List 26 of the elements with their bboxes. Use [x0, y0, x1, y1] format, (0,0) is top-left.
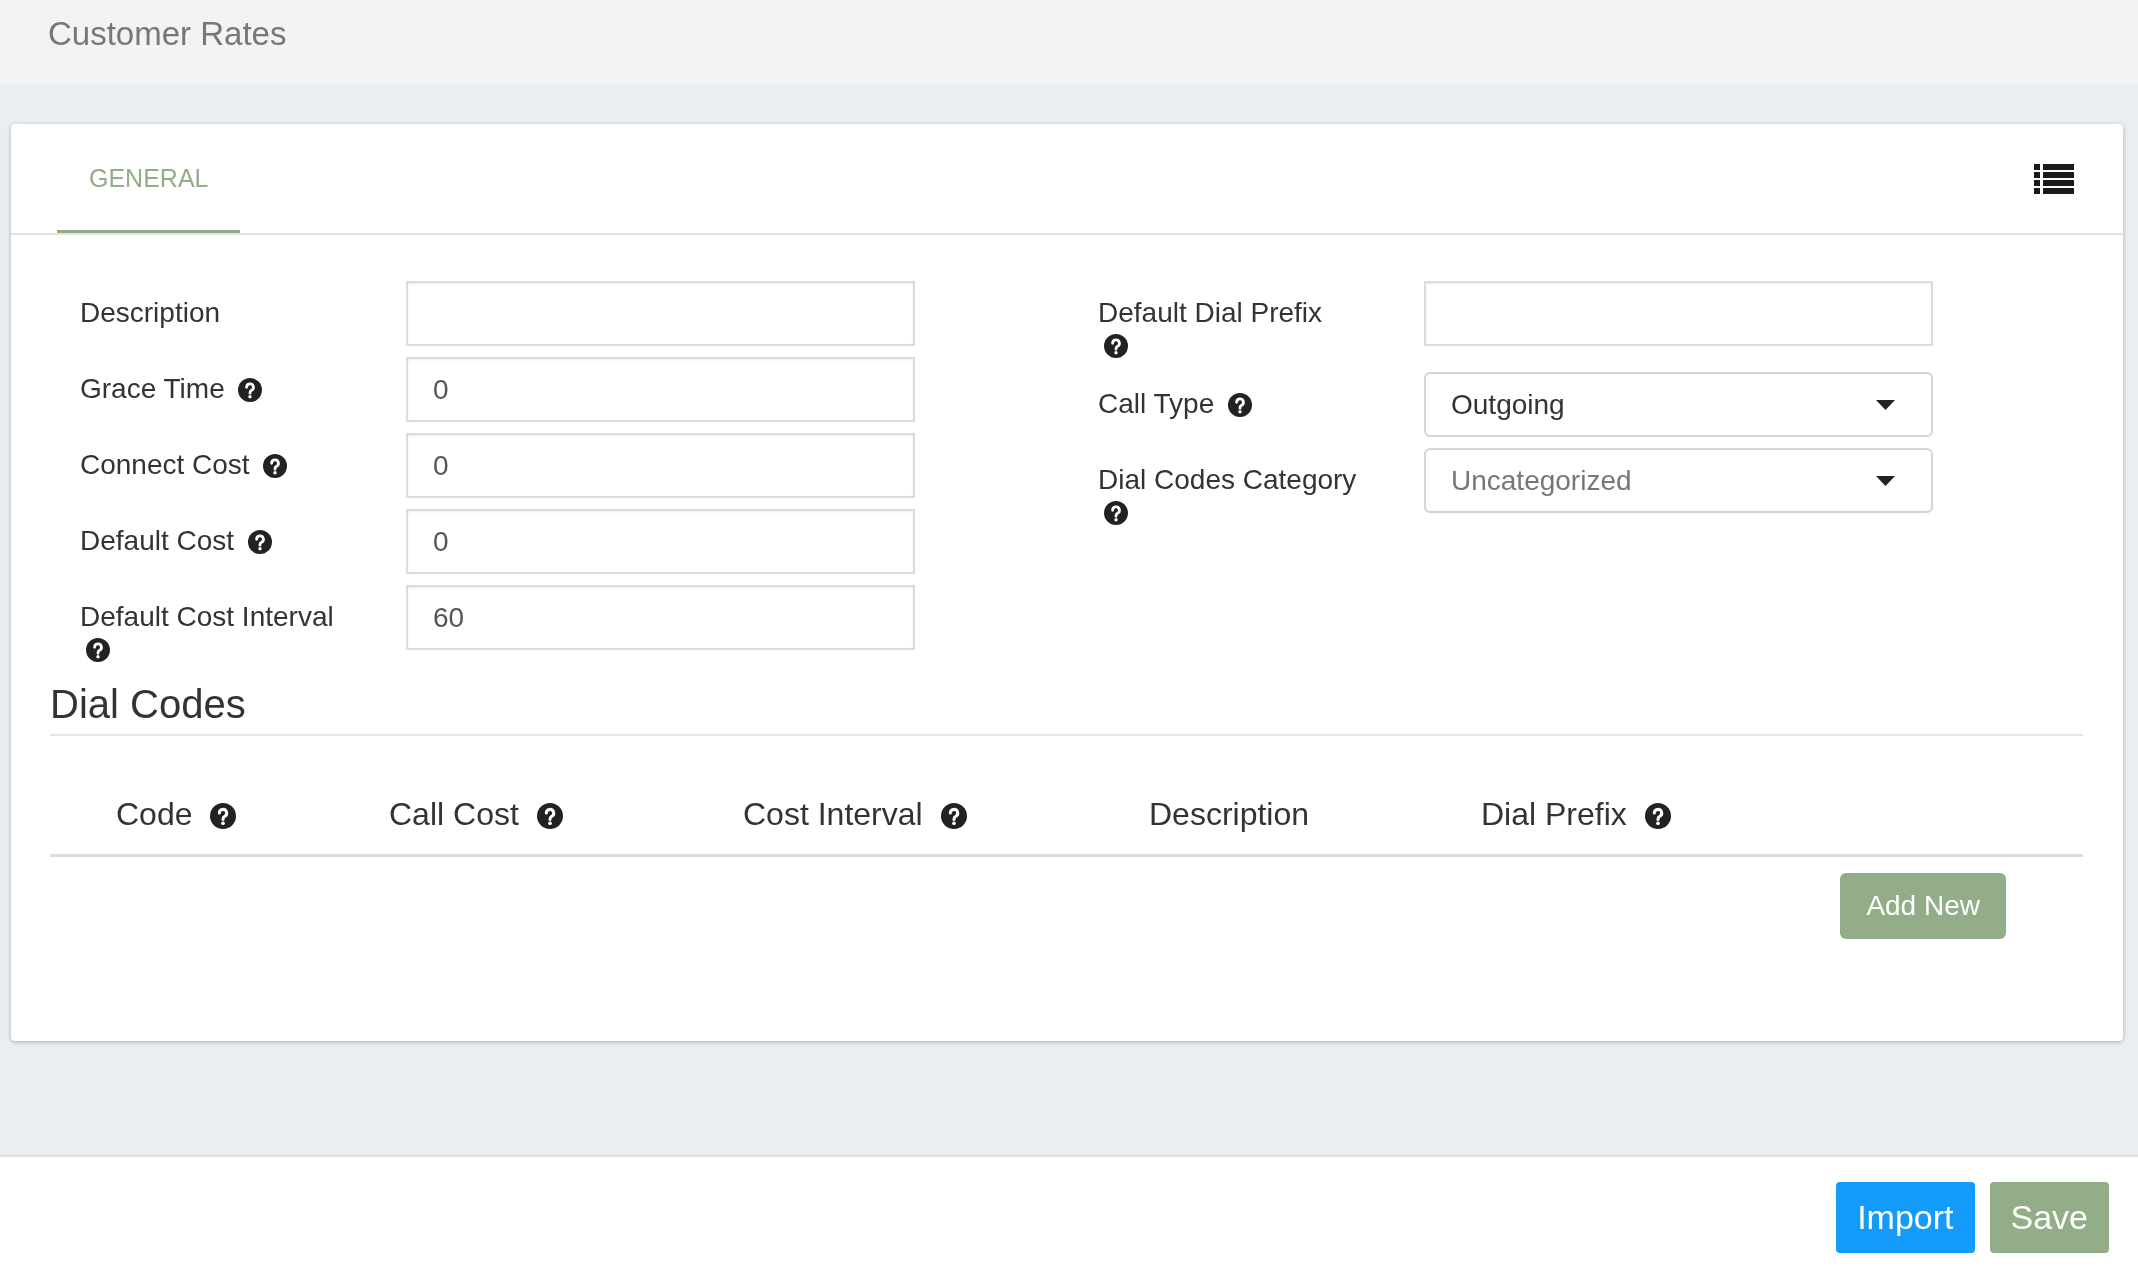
page-title: Customer Rates: [48, 15, 287, 53]
field-label: Description: [80, 297, 221, 328]
input-field[interactable]: [1424, 281, 1933, 346]
caret-icon: [1876, 399, 1895, 410]
column-header: Code: [116, 796, 193, 832]
input-field[interactable]: 0: [406, 433, 915, 498]
field-label: Grace Time: [80, 373, 225, 404]
dropdown[interactable]: Outgoing: [1424, 372, 1933, 437]
input-field[interactable]: [406, 281, 915, 346]
section-heading: Dial Codes: [50, 681, 246, 728]
list-icon[interactable]: [2034, 163, 2074, 194]
column-header: Dial Prefix: [1481, 796, 1627, 832]
field-label: Default Cost Interval: [80, 601, 334, 632]
field-label: Call Type: [1098, 388, 1215, 419]
field-label: Default Dial Prefix: [1098, 297, 1323, 328]
input-field[interactable]: 0: [406, 357, 915, 422]
column-header: Description: [1149, 796, 1310, 832]
input-field[interactable]: 0: [406, 509, 915, 574]
column-header: Call Cost: [389, 796, 519, 832]
column-header: Cost Interval: [743, 796, 923, 832]
field-label: Dial Codes Category: [1098, 464, 1357, 495]
dropdown[interactable]: Uncategorized: [1424, 448, 1933, 513]
field-label: Default Cost: [80, 525, 235, 556]
input-field[interactable]: 60: [406, 585, 915, 650]
field-label: Connect Cost: [80, 449, 250, 480]
caret-icon: [1876, 475, 1895, 486]
